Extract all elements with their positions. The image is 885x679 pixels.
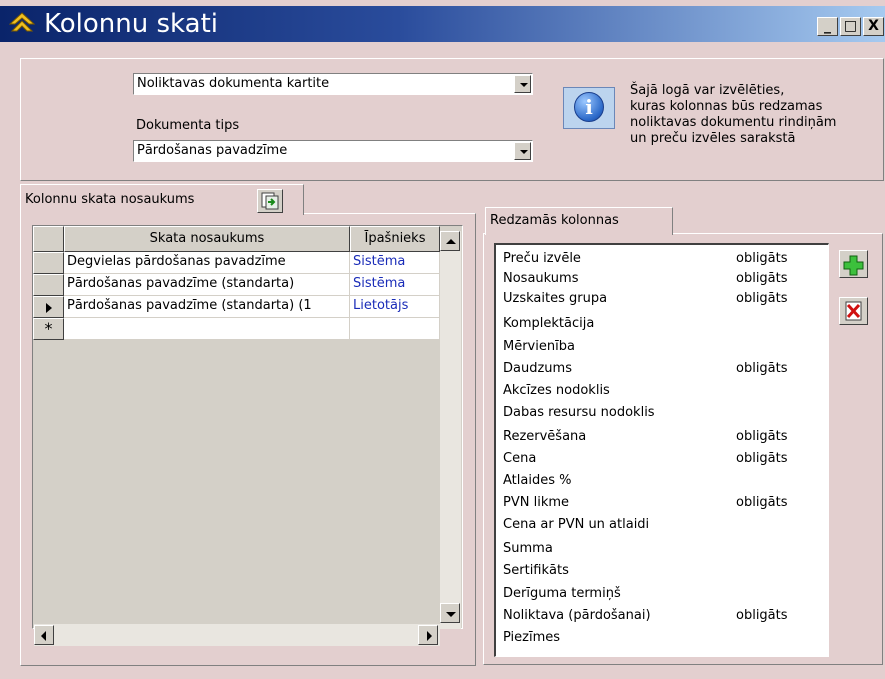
info-line: noliktavas dokumentu rindiņām: [630, 115, 837, 130]
row-selector-current[interactable]: [33, 296, 64, 318]
col-header-name[interactable]: Skata nosaukums: [64, 226, 350, 252]
row-selector[interactable]: [33, 274, 64, 296]
list-item-required: obligāts: [736, 495, 788, 510]
table-cell[interactable]: Pārdošanas pavadzīme (standarta) (1: [64, 296, 350, 318]
arrow-up-icon: [446, 239, 456, 244]
list-item[interactable]: Uzskaites grupa: [503, 289, 607, 309]
scroll-left-button[interactable]: [34, 625, 54, 645]
remove-column-button[interactable]: [839, 297, 868, 325]
list-item[interactable]: Akcīzes nodoklis: [503, 381, 610, 401]
doc-type-combo[interactable]: Pārdošanas pavadzīme: [133, 140, 533, 162]
row-selector[interactable]: [33, 252, 64, 274]
list-item[interactable]: Atlaides %: [503, 471, 571, 491]
document-combo[interactable]: Noliktavas dokumenta kartite: [133, 73, 533, 95]
list-item[interactable]: Noliktava (pārdošanai): [503, 606, 651, 626]
table-cell[interactable]: Sistēma: [350, 252, 440, 274]
list-item[interactable]: Piezīmes: [503, 628, 560, 648]
app-icon: [9, 12, 35, 32]
export-icon: [261, 192, 279, 210]
scroll-up-button[interactable]: [440, 231, 460, 251]
document-combo-value: Noliktavas dokumenta kartite: [137, 76, 330, 92]
doc-type-dropdown[interactable]: [514, 142, 531, 160]
list-item[interactable]: Daudzums: [503, 359, 572, 379]
list-item-required: obligāts: [736, 271, 788, 286]
list-item[interactable]: Preču izvēle: [503, 249, 581, 269]
list-item[interactable]: Rezervēšana: [503, 427, 586, 447]
list-item[interactable]: Mērvienība: [503, 337, 575, 357]
chevron-down-icon: [520, 83, 528, 87]
close-button[interactable]: X: [863, 17, 884, 36]
document-combo-dropdown[interactable]: [514, 75, 531, 93]
list-item-required: obligāts: [736, 608, 788, 623]
grid-horizontal-scrollbar[interactable]: [34, 624, 440, 646]
list-item[interactable]: PVN likme: [503, 493, 569, 513]
info-button[interactable]: i: [563, 87, 615, 129]
arrow-right-icon: [427, 631, 432, 641]
current-row-arrow-icon: [46, 303, 52, 313]
remove-icon: [845, 301, 862, 321]
list-item[interactable]: Cena ar PVN un atlaidi: [503, 515, 649, 535]
scroll-down-button[interactable]: [440, 603, 460, 623]
column-views-window: Kolonnu skati _ □ X Noliktavas dokumenta…: [0, 0, 885, 679]
table-cell-new[interactable]: [64, 318, 350, 340]
doc-type-value: Pārdošanas pavadzīme: [137, 143, 288, 158]
scroll-right-button[interactable]: [418, 625, 438, 645]
list-item-required: obligāts: [736, 251, 788, 266]
table-cell[interactable]: Lietotājs: [350, 296, 440, 318]
grid-corner: [33, 226, 64, 252]
list-item[interactable]: Dabas resursu nodoklis: [503, 403, 655, 423]
list-item[interactable]: Cena: [503, 449, 536, 469]
add-column-button[interactable]: [839, 250, 868, 278]
list-item-required: obligāts: [736, 291, 788, 306]
tab-view-names-label: Kolonnu skata nosaukums: [25, 192, 195, 207]
table-cell[interactable]: Degvielas pārdošanas pavadzīme: [64, 252, 350, 274]
arrow-left-icon: [41, 631, 46, 641]
list-item-required: obligāts: [736, 429, 788, 444]
info-line: Šajā logā var izvēlēties,: [630, 83, 785, 98]
list-item[interactable]: Komplektācija: [503, 314, 594, 334]
minimize-button[interactable]: _: [817, 17, 838, 36]
info-text: Šajā logā var izvēlēties, kuras kolonnas…: [630, 83, 880, 147]
visible-columns-list[interactable]: Preču izvēle obligāts Nosaukums obligāts…: [494, 243, 829, 657]
col-header-owner[interactable]: Īpašnieks: [350, 226, 440, 252]
title-bar[interactable]: Kolonnu skati _ □ X: [0, 6, 885, 42]
tab-visible-columns[interactable]: Redzamās kolonnas: [485, 207, 673, 235]
arrow-down-icon: [446, 612, 456, 617]
table-cell[interactable]: Pārdošanas pavadzīme (standarta): [64, 274, 350, 296]
grid-vertical-scrollbar[interactable]: [440, 231, 461, 629]
chevron-down-icon: [520, 150, 528, 154]
add-icon: [843, 255, 864, 276]
table-cell-new[interactable]: [350, 318, 440, 340]
list-item[interactable]: Sertifikāts: [503, 561, 569, 581]
export-button[interactable]: [257, 189, 283, 213]
new-row-marker[interactable]: *: [33, 318, 64, 340]
table-cell[interactable]: Sistēma: [350, 274, 440, 296]
info-icon: i: [574, 92, 604, 122]
maximize-button[interactable]: □: [840, 17, 861, 36]
list-item[interactable]: Derīguma termiņš: [503, 584, 621, 604]
list-item[interactable]: Summa: [503, 539, 553, 559]
views-grid: Skata nosaukums Īpašnieks Degvielas pārd…: [32, 225, 463, 629]
list-item-required: obligāts: [736, 361, 788, 376]
doc-type-label: Dokumenta tips: [136, 118, 240, 133]
window-title: Kolonnu skati: [44, 9, 218, 39]
tab-view-names[interactable]: Kolonnu skata nosaukums: [20, 184, 304, 215]
tab-visible-columns-label: Redzamās kolonnas: [490, 213, 619, 228]
info-line: kuras kolonnas būs redzamas: [630, 99, 823, 114]
list-item-required: obligāts: [736, 451, 788, 466]
list-item[interactable]: Nosaukums: [503, 269, 578, 289]
info-line: un preču izvēles sarakstā: [630, 131, 796, 146]
